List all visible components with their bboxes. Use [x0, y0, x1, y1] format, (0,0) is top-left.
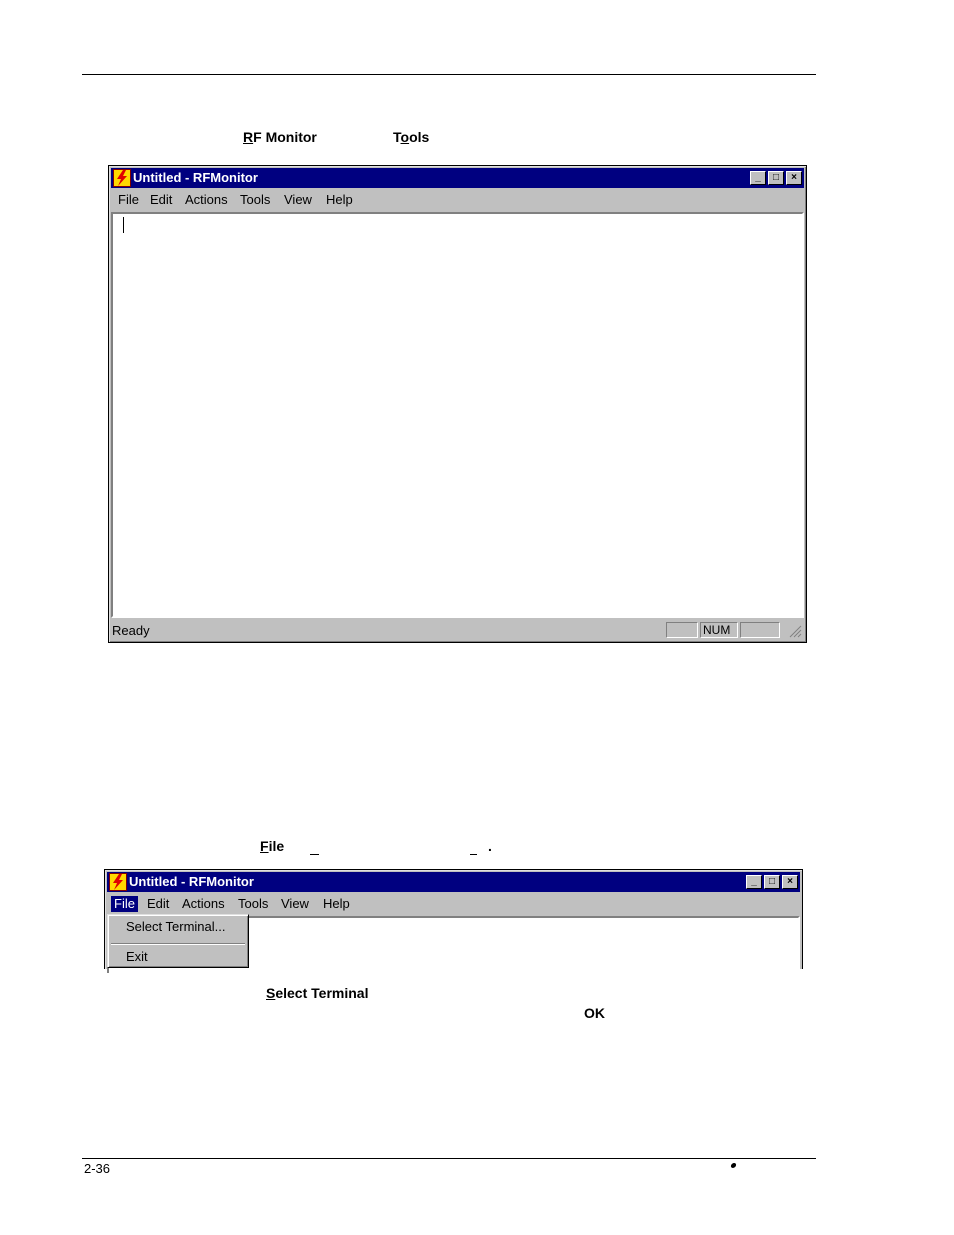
status-bar: Ready NUM — [111, 620, 804, 640]
text-caret — [123, 217, 124, 233]
rf-monitor-rest: F Monitor — [253, 129, 317, 145]
close-button[interactable]: × — [786, 171, 802, 185]
menu-help[interactable]: Help — [320, 896, 353, 912]
underscore-mark-2 — [470, 838, 477, 855]
window-title: Untitled - RFMonitor — [129, 874, 254, 889]
title-bar[interactable]: Untitled - RFMonitor _ □ × — [111, 168, 804, 188]
menu-actions[interactable]: Actions — [179, 896, 228, 912]
rfmonitor-window: Untitled - RFMonitor _ □ × File Edit Act… — [108, 165, 807, 643]
lightning-icon — [113, 169, 131, 187]
menu-file[interactable]: File — [111, 896, 138, 912]
menu-edit[interactable]: Edit — [147, 192, 175, 208]
menu-view[interactable]: View — [281, 192, 315, 208]
header-rule — [82, 74, 816, 75]
window-title: Untitled - RFMonitor — [133, 170, 258, 185]
status-panel-caps — [666, 622, 698, 638]
bullet-mark — [730, 1163, 737, 1168]
status-text: Ready — [112, 623, 150, 638]
menu-file[interactable]: File — [115, 192, 142, 208]
minimize-button[interactable]: _ — [750, 171, 766, 185]
menu-actions[interactable]: Actions — [182, 192, 231, 208]
menu-view[interactable]: View — [278, 896, 312, 912]
title-bar[interactable]: Untitled - RFMonitor _ □ × — [107, 872, 800, 892]
text-area[interactable] — [111, 212, 804, 618]
menu-bar: File Edit Actions Tools View Help — [111, 190, 804, 210]
menu-help[interactable]: Help — [323, 192, 356, 208]
select-terminal-label: Select Terminal — [266, 985, 369, 1001]
close-button[interactable]: × — [782, 875, 798, 889]
tools-label: Tools — [393, 129, 430, 145]
period-mark: . — [488, 838, 492, 854]
status-panel-scroll — [740, 622, 780, 638]
menu-item-exit[interactable]: Exit — [126, 949, 148, 965]
lightning-icon — [109, 873, 127, 891]
status-panel-num: NUM — [700, 622, 738, 638]
menu-bar: File Edit Actions Tools View Help — [107, 894, 800, 914]
resize-grip-icon[interactable] — [788, 624, 802, 638]
maximize-button[interactable]: □ — [764, 875, 780, 889]
rfmonitor-window-file-menu: Untitled - RFMonitor _ □ × File Edit Act… — [104, 869, 803, 973]
menu-tools[interactable]: Tools — [237, 192, 273, 208]
menu-tools[interactable]: Tools — [235, 896, 271, 912]
footer-rule — [82, 1158, 816, 1159]
menu-edit[interactable]: Edit — [144, 896, 172, 912]
page-number: 2-36 — [84, 1161, 111, 1176]
file-label: File — [260, 838, 285, 854]
file-dropdown-menu: Select Terminal... Exit — [107, 914, 249, 968]
ok-label: OK — [584, 1005, 605, 1021]
maximize-button[interactable]: □ — [768, 171, 784, 185]
menu-item-select-terminal[interactable]: Select Terminal... — [126, 919, 225, 935]
menu-separator — [111, 943, 245, 945]
underscore-mark-1 — [310, 838, 319, 855]
minimize-button[interactable]: _ — [746, 875, 762, 889]
rf-monitor-label: RF Monitor — [243, 129, 317, 145]
